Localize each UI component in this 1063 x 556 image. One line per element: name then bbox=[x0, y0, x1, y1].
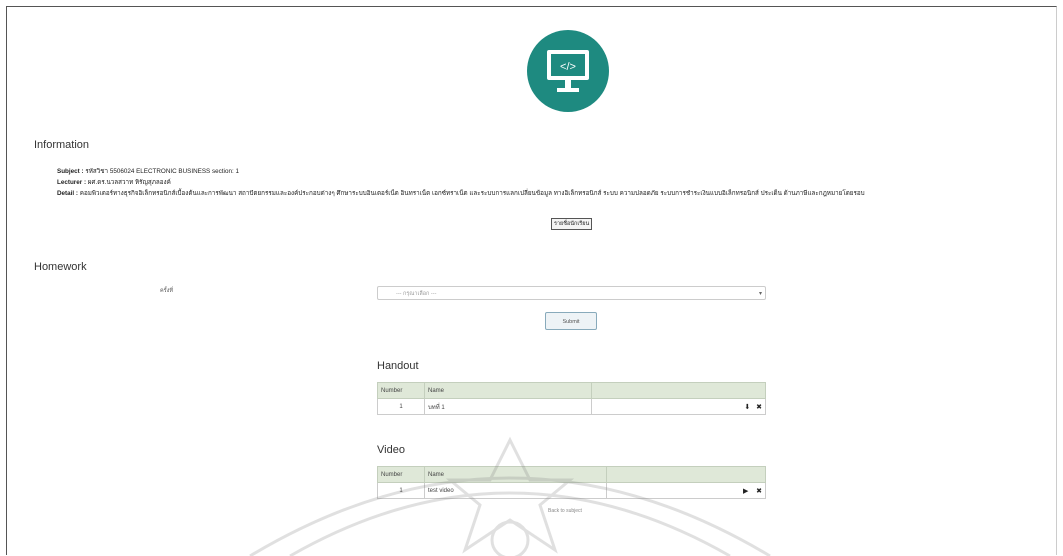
select-placeholder: --- กรุณาเลือก --- bbox=[396, 291, 437, 297]
submit-button[interactable]: Submit bbox=[545, 312, 597, 330]
column-header: Name bbox=[424, 382, 592, 399]
table-row: 1 บทที่ 1 ⬇ ✖ bbox=[377, 398, 766, 415]
university-seal-watermark bbox=[249, 436, 771, 556]
column-header: Number bbox=[377, 382, 425, 399]
handout-heading: Handout bbox=[377, 360, 419, 372]
information-heading: Information bbox=[34, 139, 90, 151]
code-monitor-icon: </> bbox=[527, 30, 609, 112]
subject-line: Subject : รหัสวิชา 5506024 ELECTRONIC BU… bbox=[57, 168, 239, 175]
homework-label: ครั้งที่ bbox=[160, 288, 173, 294]
handout-table: Number Name 1 บทที่ 1 ⬇ ✖ bbox=[377, 382, 766, 415]
information-details: Subject : รหัสวิชา 5506024 ELECTRONIC BU… bbox=[57, 166, 865, 199]
lecturer-line: Lecturer : ผศ.ดร.นวลสวาท หิรัญสุภลองค์ bbox=[57, 179, 171, 186]
row-number: 1 bbox=[377, 398, 425, 415]
homework-heading: Homework bbox=[34, 261, 87, 273]
column-header bbox=[591, 382, 766, 399]
svg-text:</>: </> bbox=[560, 61, 576, 73]
chevron-down-icon: ▾ bbox=[758, 291, 762, 297]
student-list-button[interactable]: รายชื่อนักเรียน bbox=[551, 218, 593, 230]
download-icon[interactable]: ⬇ bbox=[744, 404, 750, 411]
row-name[interactable]: บทที่ 1 bbox=[424, 398, 592, 415]
detail-line: Detail : คอมพิวเตอร์ทางธุรกิจอิเล็กทรอนิ… bbox=[57, 190, 865, 197]
close-icon[interactable]: ✖ bbox=[756, 404, 762, 411]
homework-select[interactable]: --- กรุณาเลือก --- ▾ bbox=[377, 286, 766, 300]
